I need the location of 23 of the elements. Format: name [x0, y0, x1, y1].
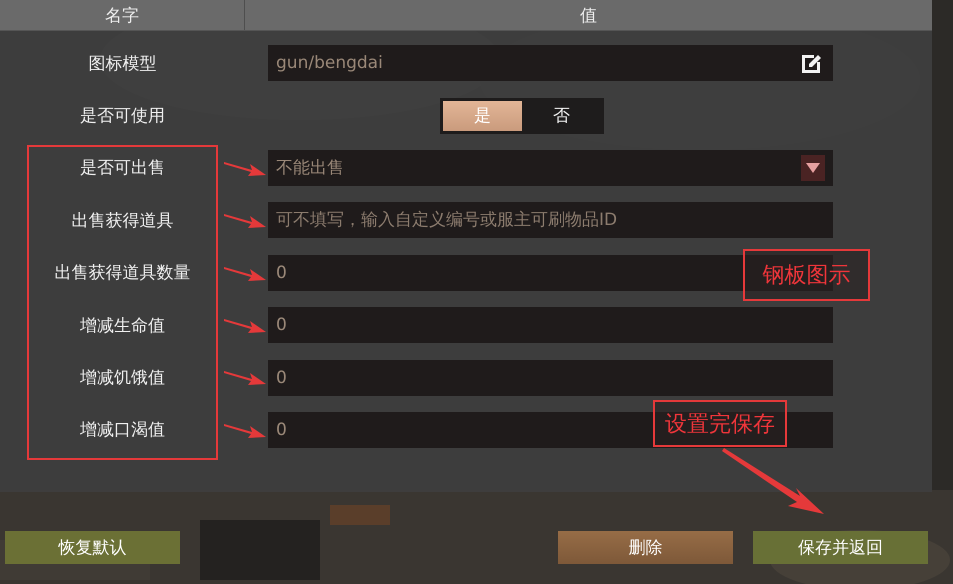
caret-icon[interactable] — [801, 154, 825, 181]
reset-button[interactable]: 恢复默认 — [5, 531, 180, 564]
input-field[interactable]: 0 — [268, 307, 833, 344]
toggle-option[interactable]: 否 — [522, 100, 601, 131]
field-label: 增减生命值 — [80, 314, 165, 337]
input-field[interactable]: 可不填写，输入自定义编号或服主可刷物品ID — [268, 202, 833, 238]
text-field[interactable]: gun/bengdai — [268, 45, 833, 82]
column-header: 名字 — [0, 0, 245, 30]
callout-label: 钢板图示 — [743, 249, 870, 301]
field-label: 出售获得道具 — [72, 210, 174, 232]
input-field[interactable]: 0 — [268, 360, 833, 396]
callout-label: 设置完保存 — [653, 400, 787, 447]
dropdown[interactable]: 不能出售 — [268, 150, 833, 186]
field-label: 增减饥饿值 — [80, 367, 165, 390]
field-label: 图标模型 — [88, 52, 156, 75]
delete-button[interactable]: 删除 — [558, 531, 733, 564]
field-label: 是否可出售 — [80, 157, 165, 180]
field-label: 出售获得道具数量 — [54, 262, 190, 284]
arrow-icon — [722, 446, 826, 516]
column-header: 值 — [579, 4, 598, 28]
save-button[interactable]: 保存并返回 — [753, 531, 928, 564]
field-label: 增减口渴值 — [80, 419, 165, 442]
field-label: 是否可使用 — [80, 105, 165, 128]
